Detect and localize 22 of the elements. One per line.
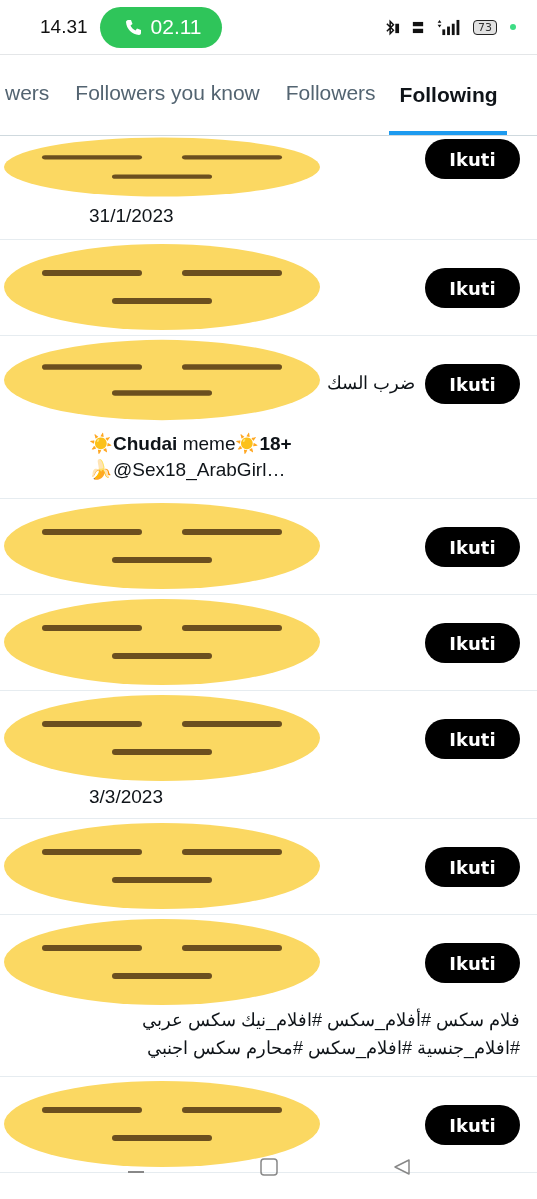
follow-button[interactable]: Ikuti [425,943,520,983]
user-text: 31/1/2023 [89,204,175,228]
user-text: 🍌@Sex18_ArabGirl… [89,458,287,483]
follow-button[interactable]: Ikuti [425,527,520,567]
tab[interactable]: Followers you know [62,81,273,135]
follow-button[interactable]: Ikuti [425,364,520,404]
user-bio: فلام سكس #أفلام_سكس #افلام_نيك سكس عربي [140,1007,520,1033]
status-time: 14.31 [40,16,88,38]
battery-indicator: 73 [473,19,497,35]
user-name: ضرب السك [327,372,415,396]
user-bio: #افلام_جنسية #افلام_سكس #محارم سكس اجنبي [145,1037,520,1061]
user-text: 3/3/2023 [89,785,164,809]
follow-button[interactable]: Ikuti [425,847,520,887]
follow-button[interactable]: Ikuti [425,1105,520,1145]
tab[interactable]: Following [388,83,507,135]
follow-button[interactable]: Ikuti [425,139,520,179]
follow-button[interactable]: Ikuti [425,623,520,663]
user-text: ☀Chudai meme☀18+ [89,432,293,456]
tab[interactable]: wers [0,81,63,135]
follow-button[interactable]: Ikuti [425,719,520,759]
tab[interactable]: Followers [272,81,389,135]
follow-button[interactable]: Ikuti [425,268,520,308]
